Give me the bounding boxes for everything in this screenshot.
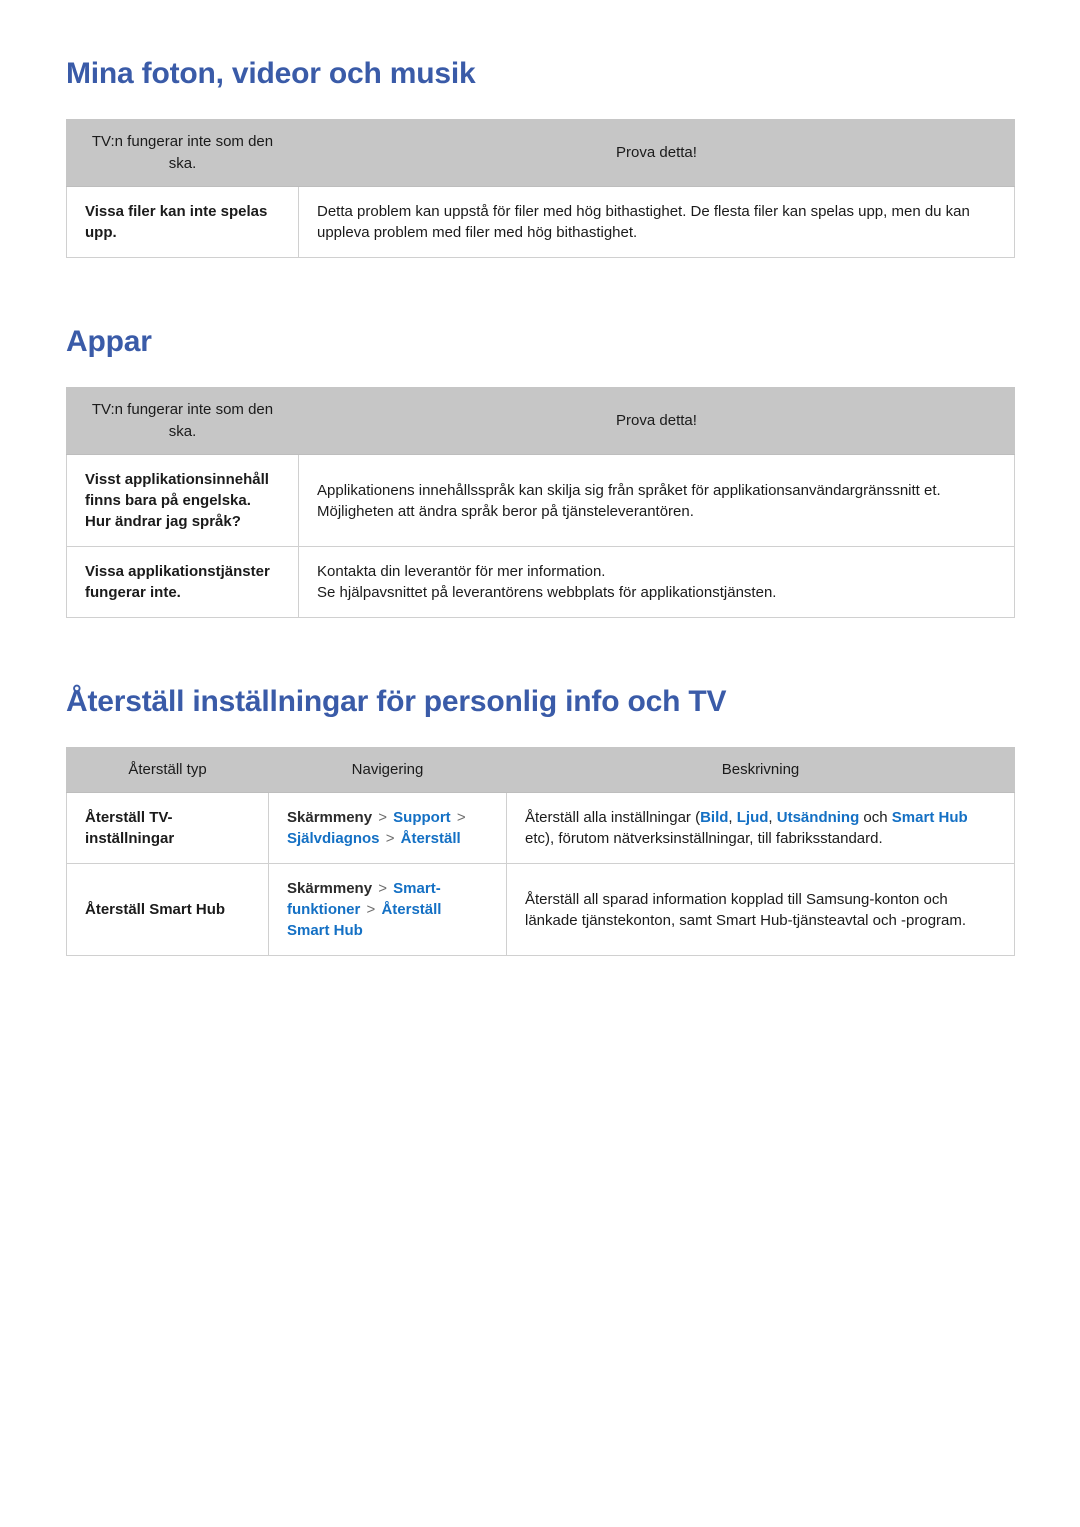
menu-separator-icon: > [374,809,392,826]
table-header-solution: Prova detta! [298,387,1015,455]
table-header-row: TV:n fungerar inte som den ska. Prova de… [66,119,1015,187]
section-title-wrap: Appar [66,324,1014,360]
section-aterstall: Återställ inställningar för personlig in… [66,684,1015,956]
table-header-symptom: TV:n fungerar inte som den ska. [66,387,299,455]
menu-root-label: Skärmmeny [287,880,373,897]
cell-navigation-path: Skärmmeny > Support > Självdiagnos > Åte… [268,792,507,864]
troubleshooting-table-apps: TV:n fungerar inte som den ska. Prova de… [66,387,1015,618]
table-header-reset-type: Återställ typ [66,747,269,793]
section-mina-foton: Mina foton, videor och musik TV:n funger… [66,56,1015,258]
cell-reset-type: Återställ TV-inställningar [66,792,269,864]
page-top-spacer [66,0,1014,56]
highlighted-term: Smart Hub [891,809,968,826]
table-row: Visst applikationsinnehåll finns bara på… [66,454,1015,547]
table-header-row: Återställ typ Navigering Beskrivning [66,747,1015,793]
page-title-mina-foton: Mina foton, videor och musik [66,57,476,90]
troubleshooting-table-media: TV:n fungerar inte som den ska. Prova de… [66,119,1015,258]
table-header-solution: Prova detta! [298,119,1015,187]
cell-description: Återställ alla inställningar (Bild, Ljud… [506,792,1015,864]
cell-solution: Kontakta din leverantör för mer informat… [298,546,1015,618]
section-title-wrap: Mina foton, videor och musik [66,56,1014,92]
menu-step-label: Återställ [400,830,461,847]
reset-settings-table: Återställ typ Navigering Beskrivning Åte… [66,747,1015,956]
table-row: Återställ Smart Hub Skärmmeny > Smart-fu… [66,863,1015,956]
menu-separator-icon: > [362,901,380,918]
cell-navigation-path: Skärmmeny > Smart-funktioner > Återställ… [268,863,507,956]
menu-root-label: Skärmmeny [287,809,373,826]
cell-solution: Detta problem kan uppstå för filer med h… [298,186,1015,258]
description-text: och [859,809,892,826]
highlighted-term: Ljud [736,809,769,826]
menu-separator-icon: > [452,809,466,826]
section-appar: Appar TV:n fungerar inte som den ska. Pr… [66,324,1015,618]
description-text: , [728,809,737,826]
page-title-appar: Appar [66,325,152,358]
cell-reset-type: Återställ Smart Hub [66,863,269,956]
description-text: Återställ alla inställningar ( [525,809,701,826]
highlighted-term: Utsändning [776,809,860,826]
table-header-symptom: TV:n fungerar inte som den ska. [66,119,299,187]
menu-step-label: Support [393,809,451,826]
cell-symptom: Visst applikationsinnehåll finns bara på… [66,454,299,547]
table-row: Återställ TV-inställningar Skärmmeny > S… [66,792,1015,864]
description-text: , [768,809,777,826]
table-header-navigation: Navigering [268,747,507,793]
document-page: Mina foton, videor och musik TV:n funger… [0,0,1080,1527]
menu-step-label: Självdiagnos [287,830,380,847]
table-row: Vissa filer kan inte spelas upp. Detta p… [66,186,1015,258]
menu-separator-icon: > [381,830,399,847]
description-text: Återställ all sparad information kopplad… [525,890,967,929]
highlighted-term: Bild [700,809,729,826]
section-title-wrap: Återställ inställningar för personlig in… [66,684,1014,720]
cell-solution: Applikationens innehållsspråk kan skilja… [298,454,1015,547]
page-title-aterstall: Återställ inställningar för personlig in… [66,685,727,718]
description-text: etc), förutom nätverksinställningar, til… [525,830,883,847]
cell-symptom: Vissa applikationstjänster fungerar inte… [66,546,299,618]
table-header-description: Beskrivning [506,747,1015,793]
table-header-row: TV:n fungerar inte som den ska. Prova de… [66,387,1015,455]
table-row: Vissa applikationstjänster fungerar inte… [66,546,1015,618]
menu-separator-icon: > [374,880,392,897]
cell-description: Återställ all sparad information kopplad… [506,863,1015,956]
cell-symptom: Vissa filer kan inte spelas upp. [66,186,299,258]
